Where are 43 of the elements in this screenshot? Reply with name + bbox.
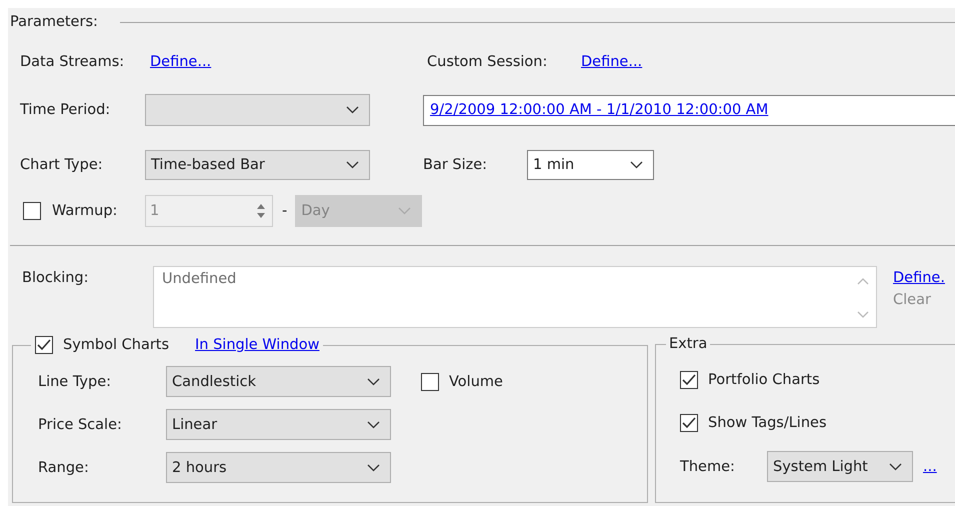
chevron-down-icon [367, 378, 380, 386]
symbol-charts-checkbox[interactable] [35, 336, 53, 354]
section-title: Parameters: [10, 14, 98, 30]
field-label: Data Streams: [20, 54, 126, 70]
bar-size-dropdown[interactable]: 1 min [527, 150, 654, 180]
option-label: Show Tags/Lines [708, 415, 826, 431]
chart-type-dropdown[interactable]: Time-based Bar [145, 150, 370, 180]
define-link[interactable]: Define... [581, 54, 642, 70]
warmup-label: Warmup: [52, 203, 118, 219]
field-label: Line Type: [38, 374, 112, 390]
blocking-field[interactable]: Undefined [153, 266, 877, 328]
option-label: Portfolio Charts [708, 372, 820, 388]
option-checkbox[interactable] [680, 371, 698, 389]
volume-checkbox[interactable] [421, 372, 439, 390]
dropdown[interactable]: Linear [166, 409, 391, 440]
field-label: Price Scale: [38, 416, 123, 432]
separator-dash: - [282, 203, 288, 219]
blocking-label: Blocking: [22, 269, 90, 288]
dropdown[interactable]: Candlestick [166, 366, 391, 397]
chevron-down-icon [367, 420, 380, 428]
field-label: Range: [38, 460, 90, 476]
dropdown[interactable]: 2 hours [166, 452, 391, 483]
more-link[interactable]: ... [923, 458, 937, 474]
chevron-down-icon [630, 161, 643, 169]
chevron-down-icon [398, 207, 412, 215]
field-label: Time Period: [20, 102, 112, 118]
define-link[interactable]: Define... [150, 54, 212, 70]
volume-label: Volume [449, 374, 503, 390]
chevron-down-icon [367, 464, 380, 472]
chevron-down-icon [889, 462, 902, 470]
field-label: Chart Type: [20, 157, 104, 173]
option-checkbox[interactable] [680, 414, 698, 432]
field-label: Custom Session: [426, 54, 548, 70]
field-label: Bar Size: [423, 157, 488, 173]
theme-label: Theme: [680, 458, 736, 474]
single-window-link[interactable]: In Single Window [195, 337, 320, 353]
symbol-charts-label: Symbol Charts [63, 337, 170, 353]
date-range-field[interactable]: 9/2/2009 12:00:00 AM - 1/1/2010 12:00:00 AM [423, 94, 955, 126]
theme-dropdown[interactable]: System Light [767, 451, 913, 482]
group-title: Extra [669, 336, 708, 352]
chevron-down-icon [346, 106, 359, 114]
chevron-down-icon [346, 161, 359, 169]
define-link[interactable]: Define. [893, 270, 945, 286]
